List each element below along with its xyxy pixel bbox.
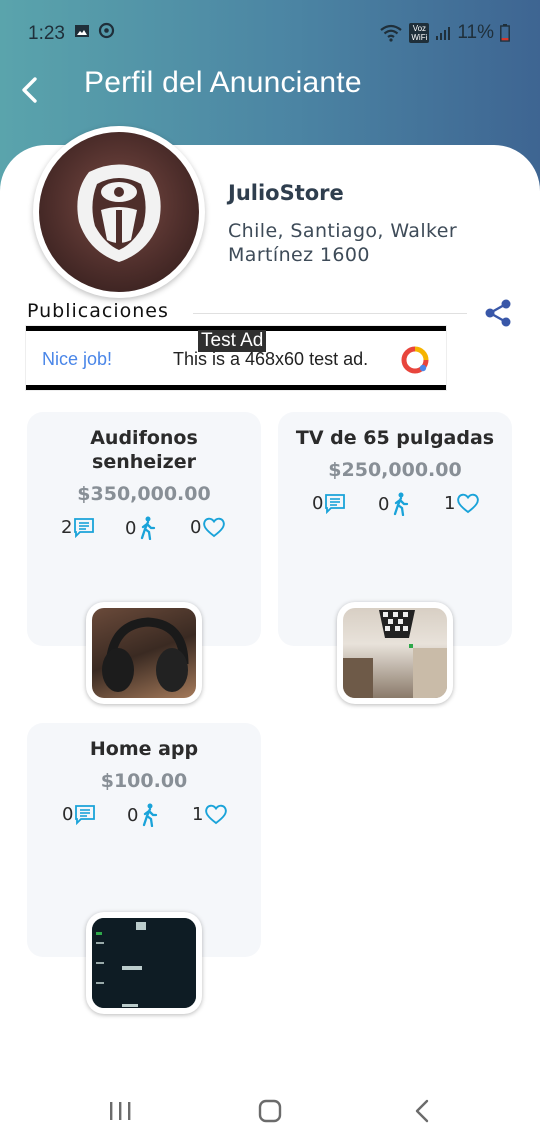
product-thumbnail[interactable]: [86, 602, 202, 704]
heart-icon: [203, 517, 226, 538]
likes-count: 0: [190, 516, 202, 538]
share-icon: [485, 299, 511, 327]
product-stats: 0 0 1: [278, 492, 512, 520]
ad-main-text: This is a 468x60 test ad.: [173, 349, 369, 369]
walking-person-icon: [394, 492, 409, 516]
visits-stat: 0: [125, 516, 157, 540]
visits-stat: 0: [378, 492, 410, 516]
checkered-ceiling-icon: [343, 610, 447, 698]
ad-badge: Test Ad: [198, 330, 267, 352]
store-name: JulioStore: [228, 181, 344, 205]
tv-room-image: [343, 608, 447, 698]
publications-divider: [193, 313, 467, 314]
gallery-icon: [75, 24, 89, 37]
comments-count: 0: [62, 803, 74, 825]
headphones-icon: [102, 617, 189, 692]
product-price: $100.00: [100, 770, 188, 792]
likes-count: 1: [192, 803, 204, 825]
comments-stat: 0: [62, 803, 96, 825]
likes-stat: 1: [444, 492, 480, 514]
ad-logo-icon: [401, 346, 429, 374]
product-title: TV de 65 pulgadas: [295, 427, 495, 449]
home-button[interactable]: [250, 1098, 290, 1126]
product-price: $250,000.00: [328, 459, 462, 481]
status-time: 1:23: [28, 23, 65, 44]
product-stats: 2 0 0: [27, 516, 261, 544]
product-thumbnail[interactable]: [86, 912, 202, 1014]
comments-stat: 2: [61, 516, 95, 538]
store-address: Chile, Santiago, Walker Martínez 1600: [228, 220, 458, 266]
app-screen-icon: [92, 918, 196, 1008]
product-thumbnail[interactable]: [337, 602, 453, 704]
recent-apps-icon: [110, 1102, 131, 1120]
likes-stat: 1: [192, 803, 228, 825]
ad-nice-job-text: Nice job!: [42, 349, 113, 369]
publications-heading: Publicaciones: [27, 300, 169, 322]
system-navigation-bar: [0, 1080, 540, 1140]
walking-person-icon: [143, 803, 158, 827]
product-price: $350,000.00: [77, 483, 211, 505]
walking-person-icon: [141, 516, 156, 540]
visits-count: 0: [125, 517, 137, 539]
product-title: Audifonos senheizer: [90, 427, 198, 473]
comments-count: 2: [61, 516, 73, 538]
avatar: [33, 126, 205, 298]
comments-stat: 0: [312, 492, 346, 514]
product-stats: 0 0 1: [27, 803, 261, 831]
page-title: Perfil del Anunciante: [84, 66, 362, 99]
store-logo-icon: [77, 164, 161, 262]
likes-stat: 0: [190, 516, 226, 538]
avatar-image: [39, 132, 199, 292]
comments-count: 0: [312, 492, 324, 514]
status-bar: 1:23 Voz WiFi 11%: [0, 0, 540, 66]
heart-icon: [205, 804, 228, 825]
share-button[interactable]: [482, 297, 514, 329]
likes-count: 1: [444, 492, 456, 514]
wifi-icon: [380, 24, 403, 42]
visits-stat: 0: [127, 803, 159, 827]
visits-count: 0: [127, 804, 139, 826]
back-button[interactable]: [16, 74, 46, 106]
signal-icon: [436, 27, 451, 40]
recent-apps-button[interactable]: [100, 1098, 140, 1126]
home-app-image: [92, 918, 196, 1008]
back-nav-button[interactable]: [402, 1098, 442, 1126]
voz-wifi-badge: Voz WiFi: [409, 23, 430, 43]
battery-percent: 11%: [457, 22, 494, 43]
comment-icon: [325, 494, 346, 514]
status-notification-icons: [74, 22, 115, 39]
heart-icon: [457, 493, 480, 514]
comment-icon: [74, 518, 95, 538]
back-chevron-icon: [415, 1099, 429, 1123]
back-arrow-icon: [22, 77, 37, 103]
app-bar: Perfil del Anunciante: [0, 66, 540, 110]
status-system-icons: Voz WiFi 11%: [379, 22, 510, 44]
visits-count: 0: [378, 493, 390, 515]
product-title: Home app: [89, 738, 199, 760]
sync-icon: [98, 22, 115, 39]
headphones-image: [92, 608, 196, 698]
comment-icon: [75, 805, 96, 825]
battery-icon: [500, 24, 510, 42]
home-icon: [258, 1099, 282, 1123]
